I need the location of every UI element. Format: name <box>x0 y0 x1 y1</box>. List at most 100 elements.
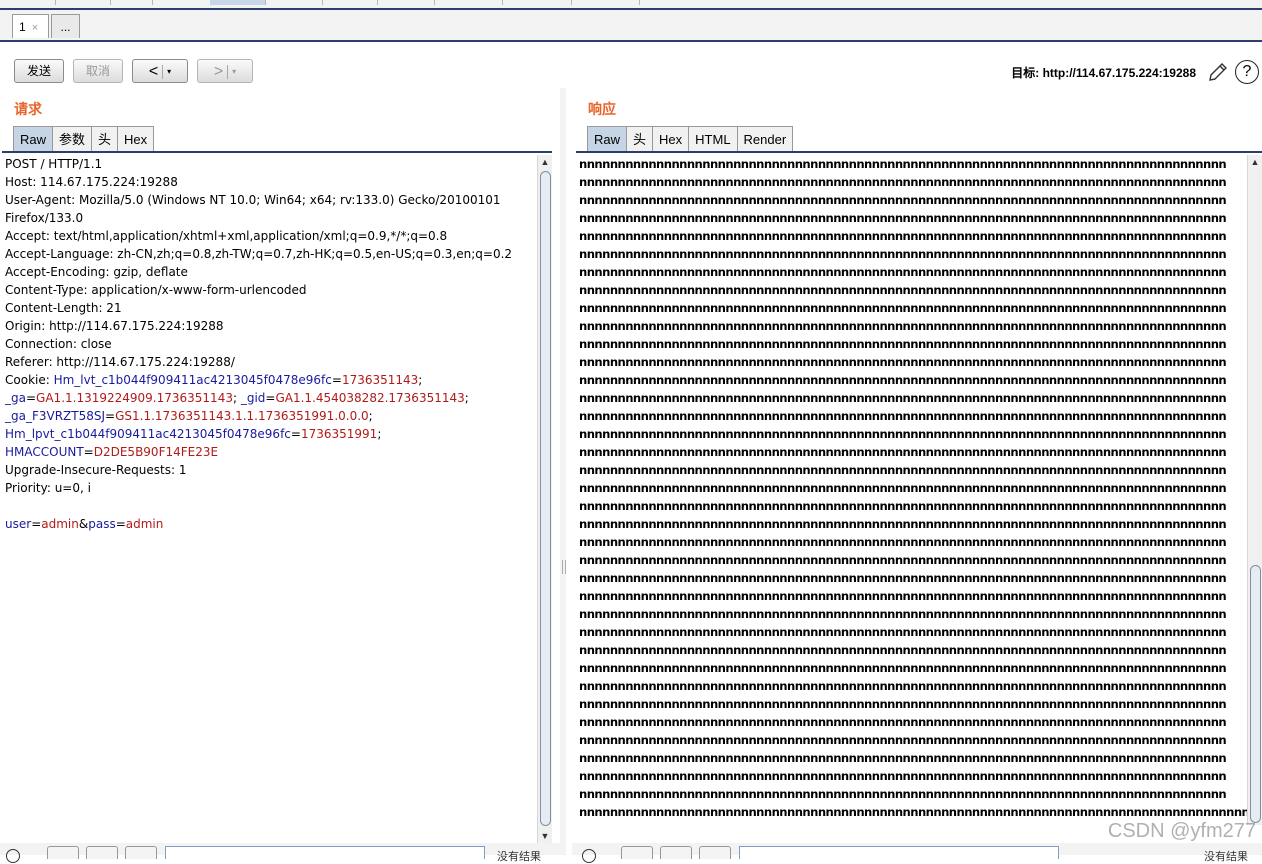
param-name: user <box>5 517 32 531</box>
search-input[interactable] <box>165 846 485 859</box>
response-line: nnnnnnnnnnnnnnnnnnnnnnnnnnnnnnnnnnnnnnnn… <box>579 355 1227 369</box>
tool-tab[interactable] <box>152 0 211 5</box>
pencil-icon[interactable] <box>1207 61 1229 83</box>
request-line: Content-Type: application/x-www-form-url… <box>5 283 307 297</box>
param-value: admin <box>41 517 79 531</box>
request-tab-hex[interactable]: Hex <box>117 126 155 152</box>
response-line: nnnnnnnnnnnnnnnnnnnnnnnnnnnnnnnnnnnnnnnn… <box>579 787 1227 801</box>
scroll-up-icon[interactable]: ▲ <box>538 155 552 169</box>
param-name: pass <box>88 517 116 531</box>
scroll-down-icon[interactable]: ▼ <box>538 829 552 843</box>
tool-tab[interactable] <box>502 0 572 5</box>
search-prev-button[interactable] <box>621 846 653 859</box>
response-line: nnnnnnnnnnnnnnnnnnnnnnnnnnnnnnnnnnnnnnnn… <box>579 679 1227 693</box>
equals: = <box>31 517 42 531</box>
response-line: nnnnnnnnnnnnnnnnnnnnnnnnnnnnnnnnnnnnnnnn… <box>579 247 1227 261</box>
response-line: nnnnnnnnnnnnnnnnnnnnnnnnnnnnnnnnnnnnnnnn… <box>579 751 1227 765</box>
forward-history-button[interactable]: > ▾ <box>197 59 253 83</box>
tool-tab[interactable] <box>377 0 435 5</box>
search-plus-button[interactable] <box>660 846 692 859</box>
equals: = <box>105 409 116 423</box>
split-pane-divider[interactable] <box>560 88 566 855</box>
response-line: nnnnnnnnnnnnnnnnnnnnnnnnnnnnnnnnnnnnnnnn… <box>579 697 1227 711</box>
param-value: admin <box>125 517 164 531</box>
help-icon[interactable]: ? <box>1235 60 1259 84</box>
request-text: POST / HTTP/1.1 Host: 114.67.175.224:1928… <box>5 155 512 533</box>
cookie-name: _ga_F3VRZT58SJ <box>5 409 106 423</box>
tool-tab[interactable] <box>571 0 640 5</box>
equals: = <box>115 517 126 531</box>
tool-tab[interactable] <box>0 0 56 5</box>
cookie-line: _ga=GA1.1.1319224909.1736351143; _gid=GA… <box>5 389 512 407</box>
target-host-label: 目标: http://114.67.175.224:19288 <box>1011 66 1196 80</box>
request-panel-title: 请求 <box>14 101 42 117</box>
tool-tab[interactable] <box>110 0 153 5</box>
cookie-value: D2DE5B90F14FE23E <box>93 445 219 459</box>
close-icon[interactable]: × <box>32 22 38 34</box>
response-panel-title: 响应 <box>588 101 616 117</box>
search-plus-button[interactable] <box>86 846 118 859</box>
new-tab-button[interactable]: ... <box>51 14 80 38</box>
separator: ; <box>464 391 469 405</box>
response-line: nnnnnnnnnnnnnnnnnnnnnnnnnnnnnnnnnnnnnnnn… <box>579 715 1227 729</box>
response-tab-headers[interactable]: 头 <box>626 126 654 152</box>
response-tab-html[interactable]: HTML <box>688 126 738 152</box>
response-line: nnnnnnnnnnnnnnnnnnnnnnnnnnnnnnnnnnnnnnnn… <box>579 211 1227 225</box>
request-line: Accept-Language: zh-CN,zh;q=0.8,zh-TW;q=… <box>5 247 513 261</box>
search-prev-button[interactable] <box>47 846 79 859</box>
cookie-value: GA1.1.1319224909.1736351143 <box>36 391 233 405</box>
cookie-name: _gid <box>240 391 266 405</box>
send-button[interactable]: 发送 <box>14 59 64 83</box>
equals: = <box>265 391 276 405</box>
response-tabs: Raw 头 Hex HTML Render <box>587 126 794 152</box>
repeater-tab-bar: 1 × ... <box>0 10 1262 42</box>
request-line: POST / HTTP/1.1 <box>5 157 103 171</box>
cookie-value: GA1.1.454038282.1736351143 <box>275 391 465 405</box>
request-tab-raw[interactable]: Raw <box>13 126 54 152</box>
cookie-line: _ga_F3VRZT58SJ=GS1.1.1736351143.1.1.1736… <box>5 407 512 425</box>
response-tab-raw[interactable]: Raw <box>587 126 628 152</box>
scroll-up-icon[interactable]: ▲ <box>1248 155 1262 169</box>
repeater-tab-1[interactable]: 1 × <box>12 14 49 38</box>
request-line: Firefox/133.0 <box>5 211 84 225</box>
response-tab-hex[interactable]: Hex <box>652 126 690 152</box>
response-line: nnnnnnnnnnnnnnnnnnnnnnnnnnnnnnnnnnnnnnnn… <box>579 391 1227 405</box>
response-line: nnnnnnnnnnnnnnnnnnnnnnnnnnnnnnnnnnnnnnnn… <box>579 769 1227 783</box>
response-line: nnnnnnnnnnnnnnnnnnnnnnnnnnnnnnnnnnnnnnnn… <box>579 175 1227 189</box>
scrollbar-thumb[interactable] <box>540 171 551 826</box>
scrollbar-thumb[interactable] <box>1250 565 1261 823</box>
chevron-left-icon: < <box>148 62 159 80</box>
tool-tab[interactable] <box>55 0 111 5</box>
back-history-button[interactable]: < ▾ <box>132 59 188 83</box>
request-editor[interactable]: POST / HTTP/1.1 Host: 114.67.175.224:1928… <box>0 155 538 843</box>
response-line: nnnnnnnnnnnnnnnnnnnnnnnnnnnnnnnnnnnnnnnn… <box>579 193 1227 207</box>
request-tab-headers[interactable]: 头 <box>91 126 119 152</box>
request-scrollbar[interactable]: ▲ ▼ <box>537 155 552 843</box>
help-icon[interactable] <box>6 849 20 863</box>
response-line: nnnnnnnnnnnnnnnnnnnnnnnnnnnnnnnnnnnnnnnn… <box>579 319 1227 333</box>
request-line: Referer: http://114.67.175.224:19288/ <box>5 355 235 369</box>
response-line: nnnnnnnnnnnnnnnnnnnnnnnnnnnnnnnnnnnnnnnn… <box>579 445 1227 459</box>
help-icon[interactable] <box>582 849 596 863</box>
response-scrollbar[interactable]: ▲ <box>1247 155 1262 825</box>
response-tab-render[interactable]: Render <box>736 126 794 152</box>
request-line: Accept-Encoding: gzip, deflate <box>5 265 188 279</box>
response-line: nnnnnnnnnnnnnnnnnnnnnnnnnnnnnnnnnnnnnnnn… <box>579 157 1227 171</box>
response-text: nnnnnnnnnnnnnnnnnnnnnnnnnnnnnnnnnnnnnnnn… <box>579 805 1248 819</box>
equals: = <box>290 427 301 441</box>
request-tab-params[interactable]: 参数 <box>52 126 93 152</box>
search-input[interactable] <box>739 846 1059 859</box>
request-line: Host: 114.67.175.224:19288 <box>5 175 178 189</box>
tool-tab[interactable] <box>265 0 323 5</box>
request-line: Connection: close <box>5 337 112 351</box>
search-next-button[interactable] <box>699 846 731 859</box>
tool-tab[interactable] <box>434 0 503 5</box>
search-next-button[interactable] <box>125 846 157 859</box>
tool-tab[interactable] <box>322 0 378 5</box>
cancel-button[interactable]: 取消 <box>73 59 123 83</box>
tool-tab-repeater[interactable] <box>210 0 266 5</box>
response-editor[interactable]: nnnnnnnnnnnnnnnnnnnnnnnnnnnnnnnnnnnnnnnn… <box>576 155 1248 825</box>
response-text: nnnnnnnnnnnnnnnnnnnnnnnnnnnnnnnnnnnnnnnn… <box>579 155 1248 821</box>
response-line: nnnnnnnnnnnnnnnnnnnnnnnnnnnnnnnnnnnnnnnn… <box>579 265 1227 279</box>
